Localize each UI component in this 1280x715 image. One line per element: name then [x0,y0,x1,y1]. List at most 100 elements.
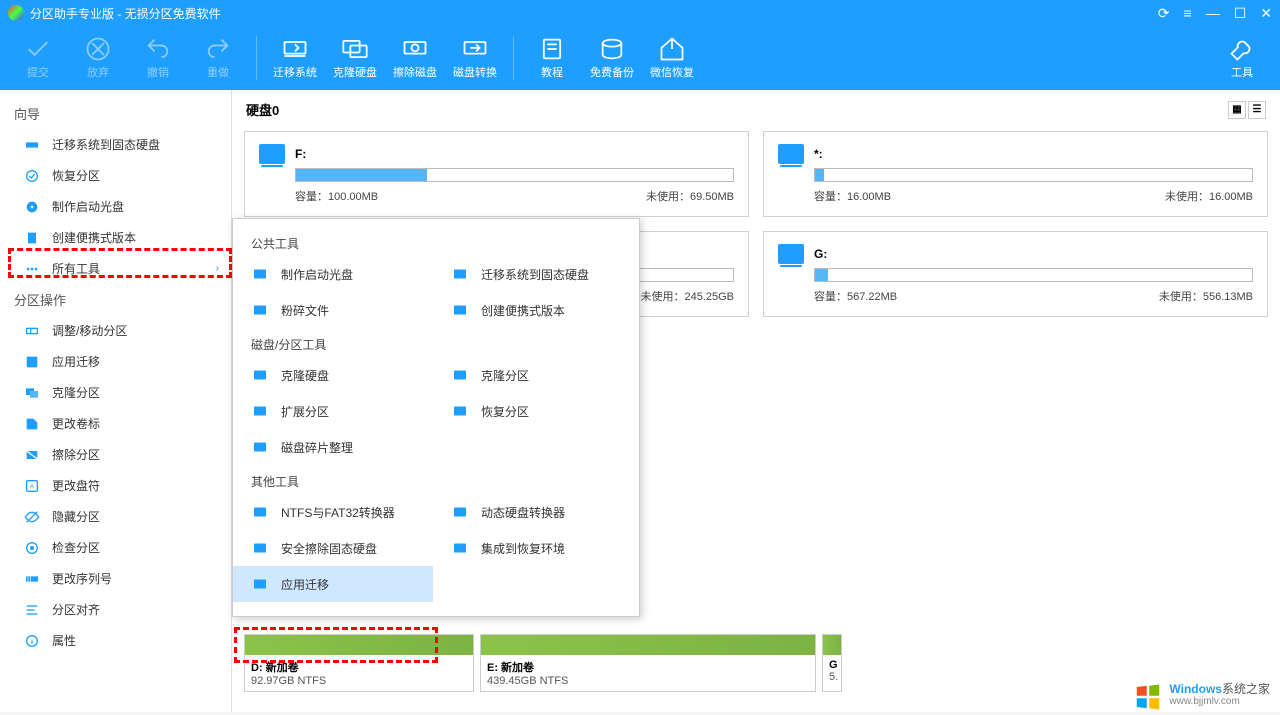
backup-button[interactable]: 免费备份 [584,28,640,88]
sidebar-item[interactable]: 所有工具› [0,253,231,284]
grid-view-icon[interactable]: ▦ [1228,101,1246,119]
sidebar-item[interactable]: 擦除分区 [0,439,231,470]
disk-convert-icon [461,36,489,62]
partition-name: G: [814,247,827,261]
popup-item[interactable]: 安全擦除固态硬盘 [233,530,433,566]
undo-button[interactable]: 撤销 [130,28,186,88]
segment-name: G [829,659,835,671]
tool-icon [451,301,471,319]
sidebar-item-label: 克隆分区 [52,384,100,401]
popup-item[interactable]: 克隆分区 [433,357,633,393]
window-controls: ⟳ ≡ — ☐ ✕ [1158,5,1272,22]
popup-item-label: NTFS与FAT32转换器 [281,504,395,521]
watermark: Windows系统之家 www.bjjmlv.com [1133,682,1270,708]
sidebar-item[interactable]: 隐藏分区 [0,501,231,532]
unused-label: 未使用：245.25GB [640,288,734,304]
popup-item[interactable]: 克隆硬盘 [233,357,433,393]
popup-item-label: 扩展分区 [281,403,329,420]
popup-item[interactable]: 制作启动光盘 [233,256,433,292]
wechat-icon [658,36,686,62]
drive-icon [778,144,804,164]
partition-card[interactable]: G:容量：567.22MB未使用：556.13MB [763,231,1268,317]
sidebar-item-label: 调整/移动分区 [52,322,127,339]
sidebar-item[interactable]: 应用迁移 [0,346,231,377]
popup-item-label: 磁盘碎片整理 [281,439,353,456]
tool-icon [451,539,471,557]
popup-item[interactable]: 动态硬盘转换器 [433,494,633,530]
clone-icon [24,385,42,401]
usage-bar [814,168,1253,182]
popup-item[interactable]: 集成到恢复环境 [433,530,633,566]
sidebar-item[interactable]: 分区对齐 [0,594,231,625]
partition-card[interactable]: *:容量：16.00MB未使用：16.00MB [763,131,1268,217]
segment-name: D: 新加卷 [251,659,467,675]
sidebar-item-label: 制作启动光盘 [52,198,124,215]
sidebar-item[interactable]: 迁移系统到固态硬盘 [0,129,231,160]
portable-icon [24,230,42,246]
popup-item[interactable]: 扩展分区 [233,393,433,429]
refresh-icon[interactable]: ⟳ [1158,5,1170,22]
recover-icon [24,168,42,184]
wechat-recovery-button[interactable]: 微信恢复 [644,28,700,88]
discard-button[interactable]: 放弃 [70,28,126,88]
redo-button[interactable]: 重做 [190,28,246,88]
sidebar-item[interactable]: 属性 [0,625,231,656]
close-icon[interactable]: ✕ [1260,5,1272,22]
tutorial-button[interactable]: 教程 [524,28,580,88]
sidebar-item[interactable]: 恢复分区 [0,160,231,191]
popup-item[interactable]: 恢复分区 [433,393,633,429]
maximize-icon[interactable]: ☐ [1234,5,1247,22]
tool-icon [251,301,271,319]
ssd-icon [24,137,42,153]
partition-card[interactable]: F:容量：100.00MB未使用：69.50MB [244,131,749,217]
view-toggle[interactable]: ▦ ☰ [1228,101,1266,119]
disk-layout-bar: D: 新加卷92.97GB NTFSE: 新加卷439.45GB NTFS G5. [244,634,1270,692]
capacity-label: 容量：567.22MB [814,288,897,304]
tools-button[interactable]: 工具 [1214,28,1270,88]
app-icon [24,354,42,370]
letter-icon: A [24,478,42,494]
sidebar-item[interactable]: 克隆分区 [0,377,231,408]
sidebar-item[interactable]: 检查分区 [0,532,231,563]
popup-item[interactable]: 创建便携式版本 [433,292,633,328]
label-icon [24,416,42,432]
capacity-label: 容量：16.00MB [814,188,891,204]
serial-icon [24,571,42,587]
popup-item-label: 创建便携式版本 [481,302,565,319]
popup-item[interactable]: NTFS与FAT32转换器 [233,494,433,530]
sidebar-item[interactable]: A更改盘符 [0,470,231,501]
popup-item-label: 克隆分区 [481,367,529,384]
popup-item[interactable]: 迁移系统到固态硬盘 [433,256,633,292]
disc-icon [24,199,42,215]
titlebar: 分区助手专业版 - 无损分区免费软件 ⟳ ≡ — ☐ ✕ [0,0,1280,26]
popup-item[interactable]: 应用迁移 [233,566,433,602]
menu-icon[interactable]: ≡ [1184,5,1192,22]
convert-disk-button[interactable]: 磁盘转换 [447,28,503,88]
sidebar-item[interactable]: 创建便携式版本 [0,222,231,253]
check-icon [24,36,52,62]
sidebar-item[interactable]: 调整/移动分区 [0,315,231,346]
separator [513,36,514,80]
list-view-icon[interactable]: ☰ [1248,101,1266,119]
wipe-disk-button[interactable]: 擦除磁盘 [387,28,443,88]
migrate-os-button[interactable]: 迁移系统 [267,28,323,88]
disk-segment[interactable]: E: 新加卷439.45GB NTFS [480,634,816,692]
tool-icon [251,539,271,557]
clone-disk-button[interactable]: 克隆硬盘 [327,28,383,88]
windows-logo-icon [1133,682,1163,708]
popup-item[interactable]: 粉碎文件 [233,292,433,328]
tool-icon [251,402,271,420]
sidebar-item[interactable]: 更改卷标 [0,408,231,439]
sidebar-item[interactable]: 制作启动光盘 [0,191,231,222]
tool-icon [251,575,271,593]
minimize-icon[interactable]: — [1206,5,1220,22]
unused-label: 未使用：69.50MB [646,188,734,204]
popup-item[interactable]: 磁盘碎片整理 [233,429,433,465]
tool-icon [251,265,271,283]
disk-arrow-icon [281,36,309,62]
disk-segment[interactable]: D: 新加卷92.97GB NTFS [244,634,474,692]
sidebar-item[interactable]: 更改序列号 [0,563,231,594]
popup-section-public: 公共工具 [233,227,639,256]
disk-segment[interactable]: G5. [822,634,842,692]
commit-button[interactable]: 提交 [10,28,66,88]
